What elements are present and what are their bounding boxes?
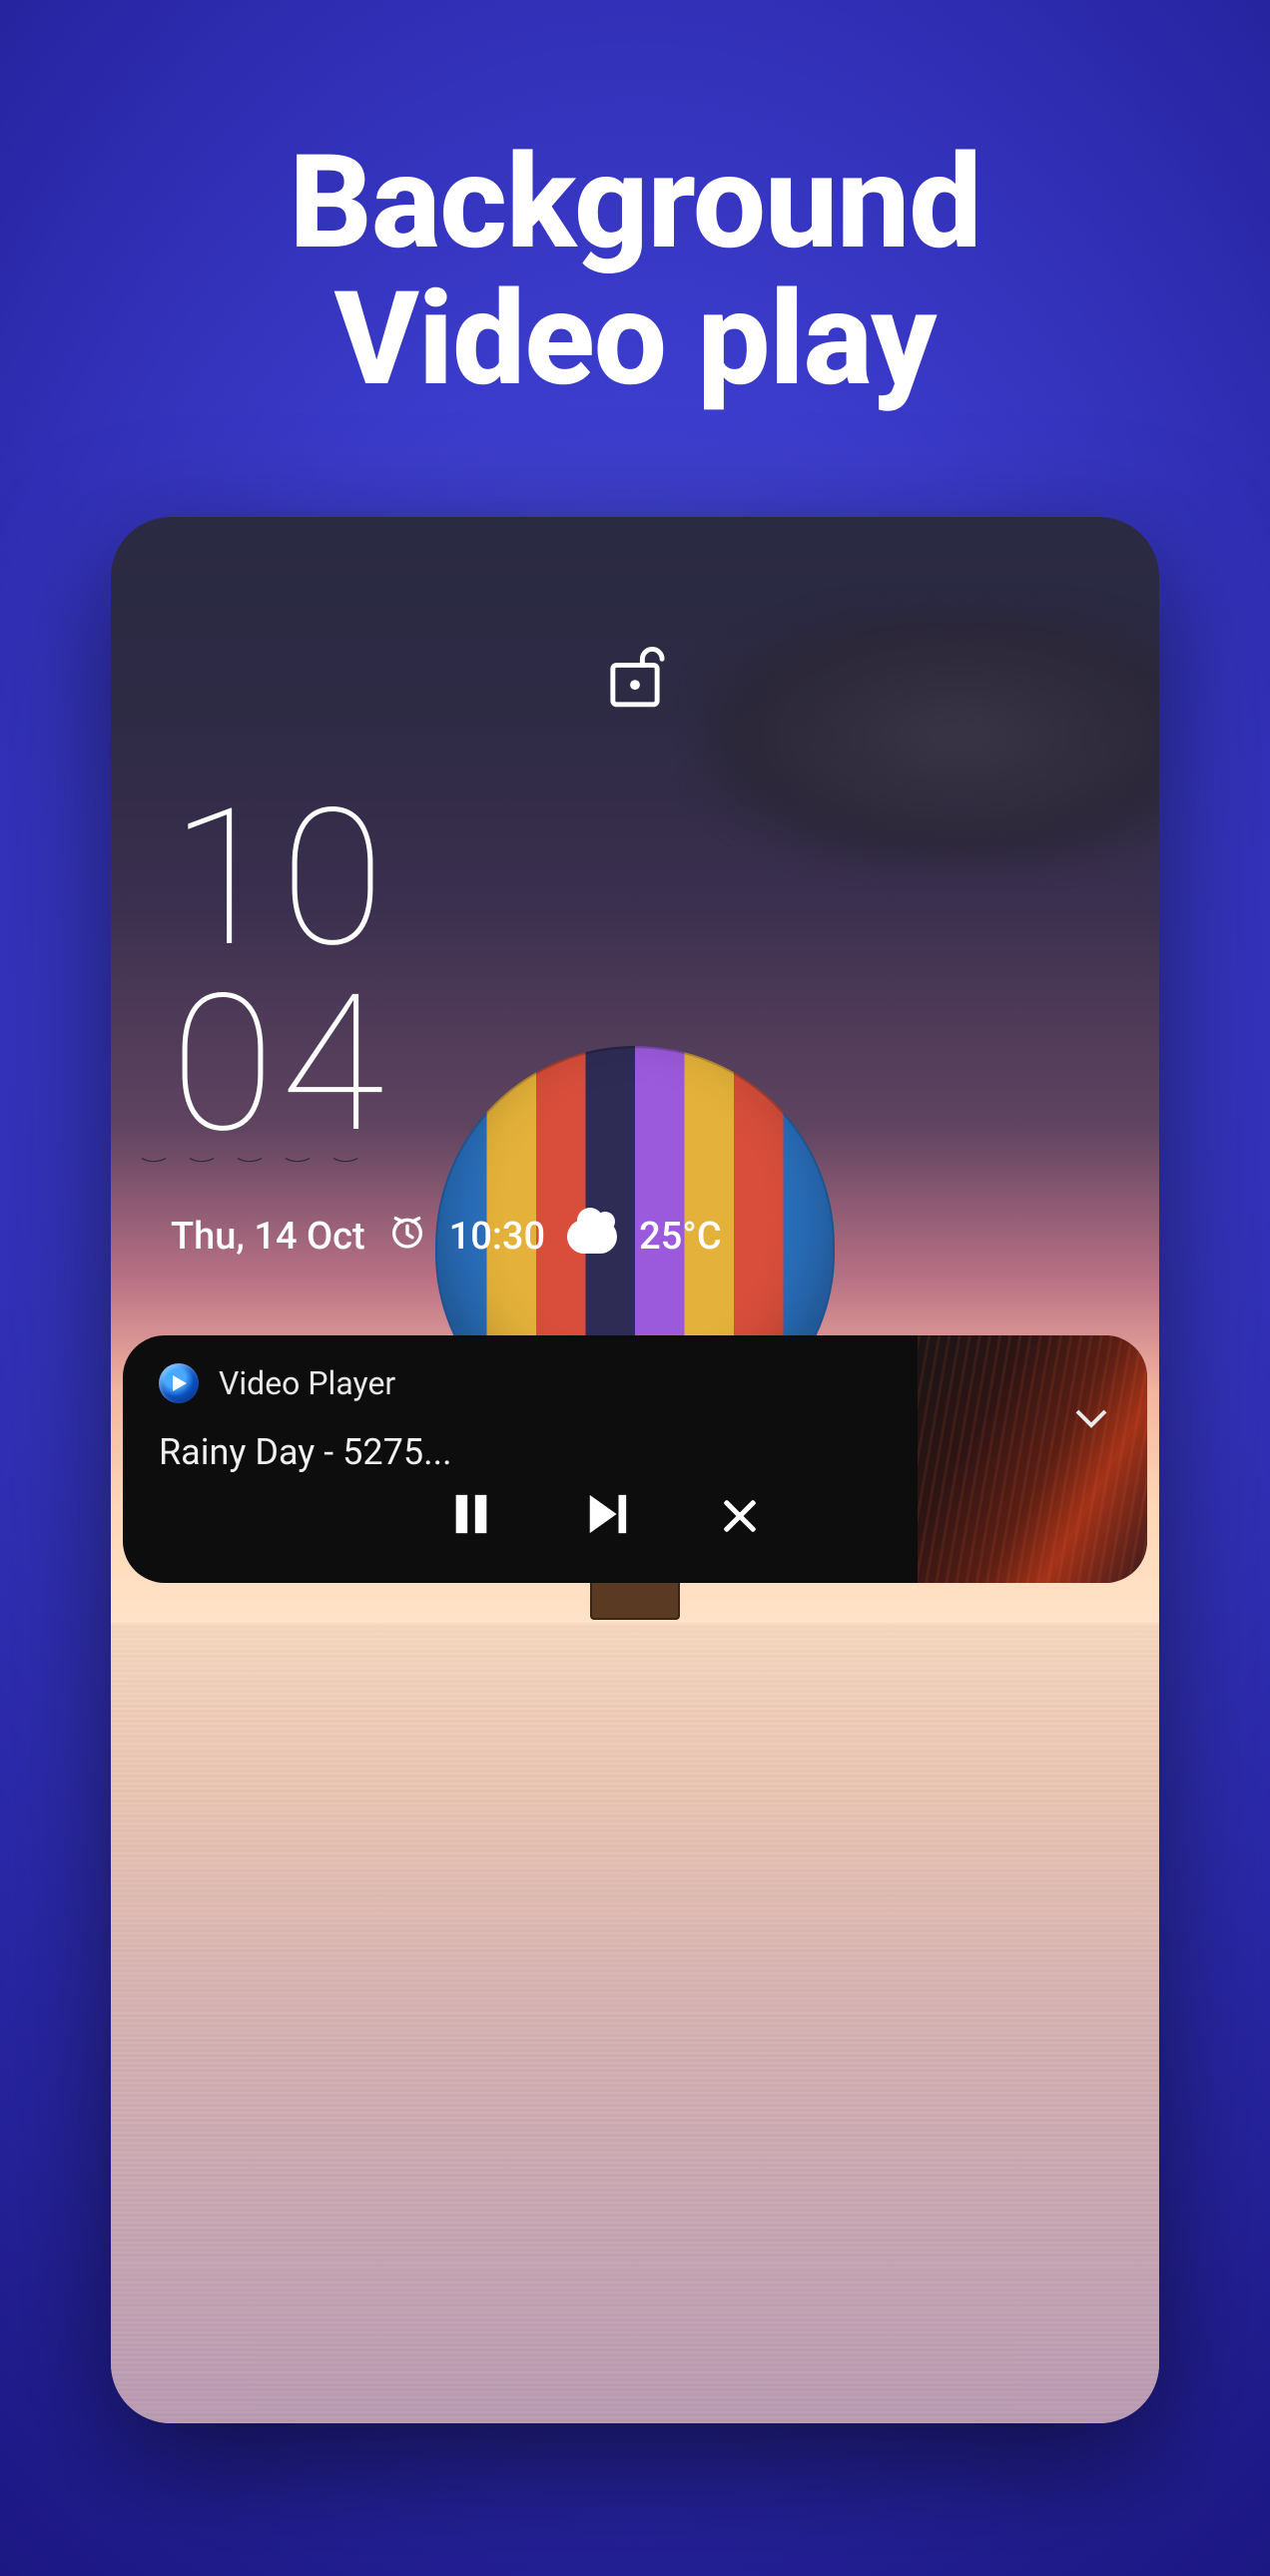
unlock-icon[interactable] <box>605 647 665 715</box>
next-track-button[interactable] <box>584 1491 630 1541</box>
hero-line2: Video play <box>290 271 981 408</box>
expand-chevron-icon[interactable] <box>1071 1399 1111 1443</box>
hero-line1: Background <box>290 135 981 271</box>
lockscreen-info-row: Thu, 14 Oct 10:30 25°C <box>171 1212 722 1262</box>
media-header: Video Player <box>159 1363 882 1403</box>
temperature: 25°C <box>639 1215 722 1259</box>
phone-lockscreen: ︶︶︶︶︶ 10 04 Thu, 14 Oct 10:30 25°C <box>111 517 1159 2423</box>
clock-minutes: 04 <box>171 972 390 1158</box>
media-track-title: Rainy Day - 5275... <box>159 1431 882 1473</box>
close-media-button[interactable] <box>720 1496 760 1536</box>
clock-hours: 10 <box>171 786 390 972</box>
media-app-name: Video Player <box>219 1364 395 1402</box>
media-controls <box>448 1491 882 1541</box>
wallpaper-water <box>111 1623 1159 2423</box>
weather-cloud-icon <box>567 1220 617 1254</box>
video-player-app-icon <box>159 1363 199 1403</box>
pause-button[interactable] <box>448 1491 494 1541</box>
media-notification[interactable]: Video Player Rainy Day - 5275... <box>123 1335 1147 1583</box>
media-thumbnail <box>918 1335 1147 1583</box>
lockscreen-date: Thu, 14 Oct <box>171 1215 365 1259</box>
alarm-time: 10:30 <box>449 1215 545 1259</box>
wallpaper-cloud <box>700 607 1159 866</box>
lockscreen-clock: 10 04 <box>171 786 390 1158</box>
hero-title: Background Video play <box>290 135 981 407</box>
alarm-icon <box>387 1212 427 1262</box>
